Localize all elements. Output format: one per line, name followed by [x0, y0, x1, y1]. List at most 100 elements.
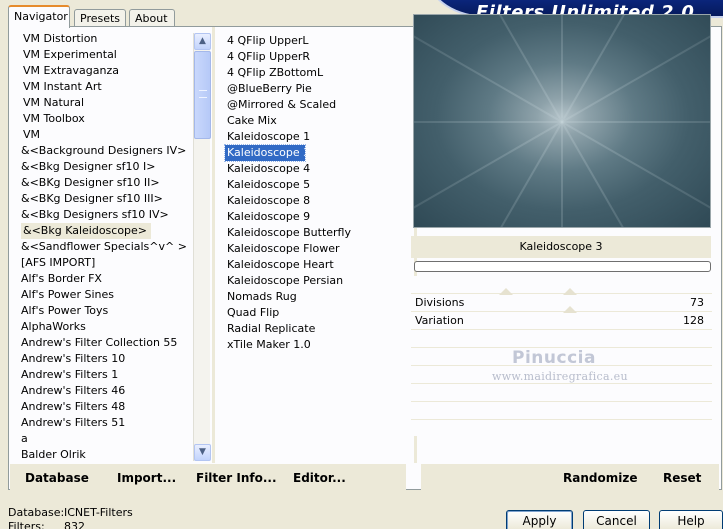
category-item[interactable]: &<Sandflower Specials^v^ > — [19, 239, 194, 255]
category-item[interactable]: Alf's Border FX — [19, 271, 194, 287]
category-label: [AFS IMPORT] — [21, 256, 96, 269]
parameter-value: 128 — [683, 314, 704, 327]
category-item[interactable]: Alf's Power Sines — [19, 287, 194, 303]
watermark-url: www.maidiregrafica.eu — [492, 370, 628, 383]
category-item[interactable]: a — [19, 431, 194, 447]
category-item[interactable]: VM Experimental — [19, 47, 194, 63]
cancel-button[interactable]: Cancel — [583, 510, 650, 529]
filter-item[interactable]: Kaleidoscope Heart — [225, 257, 410, 273]
category-item[interactable]: &<Background Designers IV> — [19, 143, 194, 159]
category-item[interactable]: Andrew's Filters 10 — [19, 351, 194, 367]
filter-info-button[interactable]: Filter Info... — [196, 471, 277, 485]
category-label: VM Instant Art — [23, 80, 102, 93]
filter-item[interactable]: 4 QFlip UpperR — [225, 49, 410, 65]
import-button[interactable]: Import... — [117, 471, 176, 485]
preview-ray — [561, 121, 710, 227]
category-item[interactable]: VM Toolbox — [19, 111, 194, 127]
filter-item[interactable]: Radial Replicate — [225, 321, 410, 337]
empty-parameter-row — [411, 383, 712, 384]
filter-item[interactable]: Kaleidoscope 4 — [225, 161, 410, 177]
category-label: Alf's Power Sines — [21, 288, 114, 301]
parameter-row-variation[interactable]: Variation 128 — [411, 306, 712, 329]
filter-item[interactable]: xTile Maker 1.0 — [225, 337, 410, 353]
category-label: a — [21, 432, 28, 445]
category-item[interactable]: Alf's Power Toys — [19, 303, 194, 319]
category-label: VM Natural — [23, 96, 85, 109]
preview-filter-name: Kaleidoscope 3 — [411, 236, 711, 258]
tab-navigator[interactable]: Navigator — [8, 5, 70, 28]
filter-item[interactable]: 4 QFlip UpperL — [225, 33, 410, 49]
empty-parameter-row — [411, 419, 712, 420]
filter-item[interactable]: Kaleidoscope 8 — [225, 193, 410, 209]
category-item[interactable]: VM Distortion — [19, 31, 194, 47]
filter-item[interactable]: Kaleidoscope Flower — [225, 241, 410, 257]
category-item[interactable]: VM — [19, 127, 194, 143]
apply-button[interactable]: Apply — [506, 510, 573, 529]
category-label: Alf's Border FX — [21, 272, 102, 285]
category-label: Andrew's Filters 10 — [21, 352, 126, 365]
list-toolbar: Database Import... Filter Info... Editor… — [10, 464, 406, 492]
help-button[interactable]: Help — [659, 510, 723, 529]
category-item[interactable]: Andrew's Filters 46 — [19, 383, 194, 399]
category-label: &<Bkg Kaleidoscope> — [21, 223, 152, 239]
filter-item[interactable]: Cake Mix — [225, 113, 410, 129]
category-item[interactable]: Balder Olrik — [19, 447, 194, 461]
category-label: Alf's Power Toys — [21, 304, 109, 317]
scroll-down-arrow-icon[interactable]: ▼ — [194, 444, 211, 461]
status-info: Database: ICNET-Filters Filters: 832 — [8, 506, 133, 529]
category-item[interactable]: &<BKg Designer sf10 II> — [19, 175, 194, 191]
category-item[interactable]: Andrew's Filter Collection 55 — [19, 335, 194, 351]
category-item[interactable]: &<Bkg Designers sf10 IV> — [19, 207, 194, 223]
category-item[interactable]: Andrew's Filters 1 — [19, 367, 194, 383]
reset-button[interactable]: Reset — [663, 471, 701, 485]
category-item[interactable]: &<Bkg Designer sf10 I> — [19, 159, 194, 175]
filter-item[interactable]: Quad Flip — [225, 305, 410, 321]
category-item[interactable]: AlphaWorks — [19, 319, 194, 335]
slider-marker-icon[interactable] — [499, 288, 513, 295]
editor-button[interactable]: Editor... — [293, 471, 346, 485]
preview-ray — [414, 121, 563, 227]
slider-marker-icon[interactable] — [563, 306, 577, 313]
category-item[interactable]: Andrew's Filters 51 — [19, 415, 194, 431]
scroll-up-arrow-icon[interactable]: ▲ — [194, 33, 211, 50]
category-label: VM Experimental — [23, 48, 117, 61]
category-item[interactable]: &<BKg Designer sf10 III> — [19, 191, 194, 207]
category-item[interactable]: VM Instant Art — [19, 79, 194, 95]
filter-item[interactable]: Nomads Rug — [225, 289, 410, 305]
filter-list[interactable]: 4 QFlip UpperL 4 QFlip UpperR 4 QFlip ZBot… — [224, 33, 410, 353]
filter-item[interactable]: Kaleidoscope 1 — [225, 129, 410, 145]
category-scrollbar[interactable]: ▲ ▼ — [193, 33, 211, 461]
database-value: ICNET-Filters — [64, 506, 133, 519]
empty-parameter-row — [411, 401, 712, 402]
category-list[interactable]: VM Distortion VM Experimental VM Extravaga… — [19, 31, 194, 461]
category-label: AlphaWorks — [21, 320, 86, 333]
category-item[interactable]: VM Natural — [19, 95, 194, 111]
parameter-label: Variation — [415, 314, 464, 327]
preview-ray — [414, 15, 563, 123]
filter-item-selected[interactable]: Kaleidoscope 3 — [224, 144, 310, 162]
category-label: VM Extravaganza — [23, 64, 120, 77]
filter-item[interactable]: @BlueBerry Pie — [225, 81, 410, 97]
filter-item[interactable]: 4 QFlip ZBottomL — [225, 65, 410, 81]
category-item[interactable]: &<Bkg Kaleidoscope> — [19, 223, 194, 239]
randomize-button[interactable]: Randomize — [563, 471, 637, 485]
preview-ray — [414, 121, 562, 123]
grip-icon — [199, 90, 207, 98]
filter-item[interactable]: Kaleidoscope 9 — [225, 209, 410, 225]
filters-count-value: 832 — [64, 520, 85, 529]
filter-item[interactable]: Kaleidoscope Butterfly — [225, 225, 410, 241]
category-item[interactable]: Andrew's Filters 48 — [19, 399, 194, 415]
filter-item[interactable]: @Mirrored & Scaled — [225, 97, 410, 113]
category-item[interactable]: [AFS IMPORT] — [19, 255, 194, 271]
filters-count-label: Filters: — [8, 520, 45, 529]
parameter-row-divisions[interactable]: Divisions 73 — [411, 288, 712, 311]
scroll-thumb[interactable] — [194, 51, 211, 139]
category-item[interactable]: VM Extravaganza — [19, 63, 194, 79]
database-label: Database: — [8, 506, 65, 519]
watermark-name: Pinuccia — [512, 348, 596, 368]
parameter-value: 73 — [690, 296, 704, 309]
parameter-label: Divisions — [415, 296, 465, 309]
database-button[interactable]: Database — [25, 471, 89, 485]
filter-item[interactable]: Kaleidoscope 5 — [225, 177, 410, 193]
filter-item[interactable]: Kaleidoscope Persian — [225, 273, 410, 289]
